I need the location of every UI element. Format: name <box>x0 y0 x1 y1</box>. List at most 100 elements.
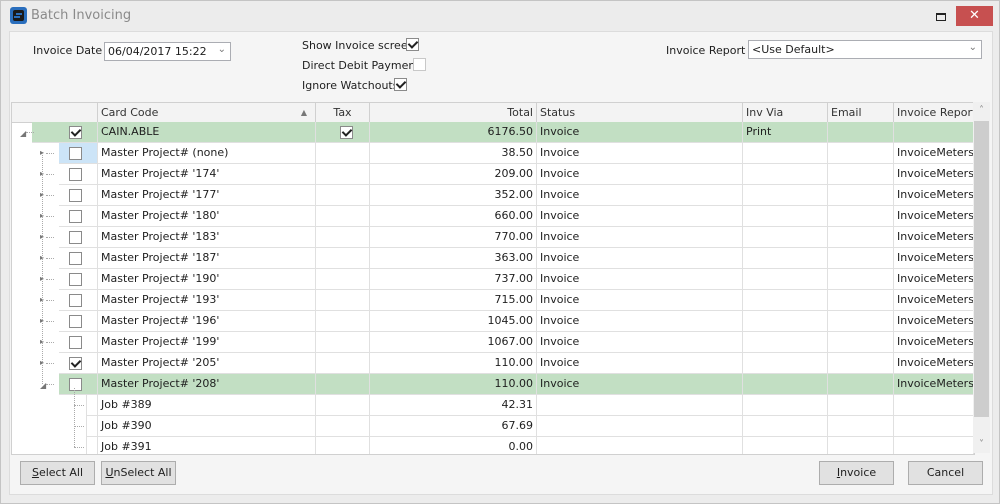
show-invoice-screen-checkbox[interactable] <box>406 38 419 51</box>
scroll-up-icon[interactable]: ˄ <box>973 102 990 119</box>
row-select-checkbox[interactable] <box>69 189 82 202</box>
card-code-cell: Master Project# '180' <box>98 206 316 227</box>
chevron-down-icon: ⌄ <box>968 42 977 53</box>
project-row[interactable]: ▸ Master Project# '199' 1067.00 Invoice Invo… <box>12 332 974 353</box>
cancel-button[interactable]: Cancel <box>908 461 983 485</box>
project-row[interactable]: ▸ Master Project# '187' 363.00 Invoice Invoi… <box>12 248 974 269</box>
unselect-all-button[interactable]: UnSelect All <box>101 461 176 485</box>
tree-node-area: ▸ <box>12 143 98 164</box>
tax-cell <box>316 353 370 374</box>
invoice-date-picker[interactable]: 06/04/2017 15:22 ⌄ <box>104 42 231 61</box>
tree-connector <box>26 132 34 133</box>
tax-cell <box>316 248 370 269</box>
total-cell: 67.69 <box>370 416 537 437</box>
select-all-button[interactable]: Select All <box>20 461 95 485</box>
invoice-report-cell <box>894 122 974 143</box>
project-row[interactable]: ▸ Master Project# '205' 110.00 Invoice Invoi… <box>12 353 974 374</box>
tree-node-area: ▸ <box>12 269 98 290</box>
header-status[interactable]: Status <box>537 103 743 122</box>
row-select-checkbox[interactable] <box>69 294 82 307</box>
scroll-down-icon[interactable]: ˅ <box>973 436 990 453</box>
row-select-checkbox[interactable] <box>69 357 82 370</box>
collapse-icon[interactable]: ◢ <box>20 129 26 138</box>
invoice-date-label: Invoice Date <box>33 44 103 57</box>
row-select-checkbox[interactable] <box>69 378 82 391</box>
status-cell: Invoice <box>537 122 743 143</box>
project-row[interactable]: ▸ Master Project# '190' 737.00 Invoice Invoi… <box>12 269 974 290</box>
invoice-report-cell: InvoiceMeters <box>894 164 974 185</box>
scrollbar-thumb[interactable] <box>974 121 989 417</box>
email-cell <box>828 437 894 454</box>
project-row[interactable]: ▸ Master Project# (none) 38.50 Invoice Invoi… <box>12 143 974 164</box>
job-row[interactable]: Job #389 42.31 <box>12 395 974 416</box>
chevron-down-icon: ⌄ <box>217 44 226 55</box>
header-total[interactable]: Total <box>370 103 537 122</box>
project-row[interactable]: ▸ Master Project# '183' 770.00 Invoice Invoi… <box>12 227 974 248</box>
project-row[interactable]: ▸ Master Project# '174' 209.00 Invoice Invoi… <box>12 164 974 185</box>
project-row[interactable]: ▸ Master Project# '193' 715.00 Invoice Invoi… <box>12 290 974 311</box>
tax-cell <box>316 206 370 227</box>
header-inv-via[interactable]: Inv Via <box>743 103 828 122</box>
tree-node-area: ▸ <box>12 332 98 353</box>
status-cell: Invoice <box>537 185 743 206</box>
header-email[interactable]: Email <box>828 103 894 122</box>
customer-row[interactable]: ◢ CAIN.ABLE 6176.50 Invoice Print <box>12 122 974 143</box>
row-select-checkbox[interactable] <box>69 210 82 223</box>
card-code-cell: Master Project# '183' <box>98 227 316 248</box>
row-select-checkbox[interactable] <box>69 336 82 349</box>
row-select-checkbox[interactable] <box>69 126 82 139</box>
grid-header: Card Code ▲ Tax Total Status Inv Via Ema… <box>12 103 974 123</box>
header-invoice-report[interactable]: Invoice Report <box>894 103 974 122</box>
total-cell: 209.00 <box>370 164 537 185</box>
inv-via-cell <box>743 248 828 269</box>
direct-debit-checkbox[interactable] <box>413 58 426 71</box>
project-row[interactable]: ◢ Master Project# '208' 110.00 Invoice Invoi… <box>12 374 974 395</box>
maximize-button[interactable] <box>932 8 948 24</box>
tax-cell <box>316 290 370 311</box>
total-cell: 715.00 <box>370 290 537 311</box>
row-select-checkbox[interactable] <box>69 315 82 328</box>
tax-cell <box>316 122 370 143</box>
email-cell <box>828 143 894 164</box>
email-cell <box>828 269 894 290</box>
row-select-checkbox[interactable] <box>69 252 82 265</box>
inv-via-cell <box>743 269 828 290</box>
project-row[interactable]: ▸ Master Project# '196' 1045.00 Invoice Invo… <box>12 311 974 332</box>
row-select-checkbox[interactable] <box>69 168 82 181</box>
header-tax[interactable]: Tax <box>316 103 370 122</box>
job-row[interactable]: Job #391 0.00 <box>12 437 974 454</box>
email-cell <box>828 206 894 227</box>
inv-via-cell <box>743 143 828 164</box>
inv-via-cell <box>743 437 828 454</box>
invoice-button[interactable]: Invoice <box>819 461 894 485</box>
inv-via-cell <box>743 416 828 437</box>
row-select-checkbox[interactable] <box>69 231 82 244</box>
card-code-cell: Job #390 <box>98 416 316 437</box>
header-card-code[interactable]: Card Code ▲ <box>98 103 316 122</box>
tree-node-area: ▸ <box>12 248 98 269</box>
tax-checkbox[interactable] <box>340 126 353 139</box>
collapse-icon[interactable]: ◢ <box>40 381 46 390</box>
row-select-checkbox[interactable] <box>69 273 82 286</box>
card-code-cell: Master Project# '199' <box>98 332 316 353</box>
ignore-watchouts-checkbox[interactable] <box>394 78 407 91</box>
title-bar: Batch Invoicing ✕ <box>1 1 999 31</box>
job-row[interactable]: Job #390 67.69 <box>12 416 974 437</box>
invoice-report-select[interactable]: <Use Default> ⌄ <box>748 40 982 59</box>
tree-node-area: ▸ <box>12 227 98 248</box>
email-cell <box>828 395 894 416</box>
row-select-checkbox[interactable] <box>69 147 82 160</box>
total-cell: 0.00 <box>370 437 537 454</box>
invoice-report-cell: InvoiceMeters <box>894 143 974 164</box>
inv-via-cell <box>743 374 828 395</box>
project-row[interactable]: ▸ Master Project# '180' 660.00 Invoice Invoi… <box>12 206 974 227</box>
vertical-scrollbar[interactable]: ˄ ˅ <box>973 102 990 453</box>
project-row[interactable]: ▸ Master Project# '177' 352.00 Invoice Invoi… <box>12 185 974 206</box>
invoice-report-cell: InvoiceMeters <box>894 269 974 290</box>
close-button[interactable]: ✕ <box>956 6 993 26</box>
card-code-cell: Master Project# '196' <box>98 311 316 332</box>
status-cell: Invoice <box>537 143 743 164</box>
card-code-cell: Master Project# (none) <box>98 143 316 164</box>
job-indent-cell <box>86 416 98 437</box>
card-code-cell: Master Project# '208' <box>98 374 316 395</box>
